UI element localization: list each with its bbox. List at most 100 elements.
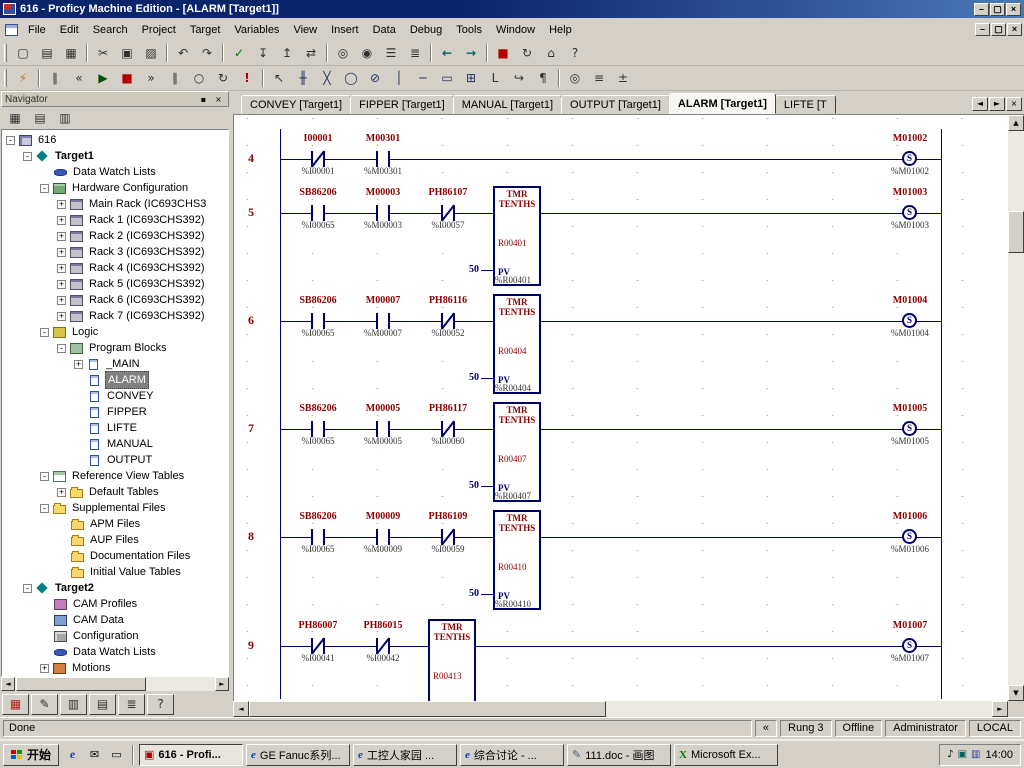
help-button[interactable]: ?: [563, 43, 587, 64]
taskbar-task-ge-fanuc[interactable]: eGE Fanuc系列...: [246, 744, 350, 766]
pin-icon[interactable]: ▪: [197, 94, 210, 105]
tree-item-target1[interactable]: -Target1: [2, 148, 228, 164]
play-button[interactable]: ▶: [91, 68, 115, 89]
tree-item-alarm[interactable]: ALARM: [2, 372, 228, 388]
set-coil[interactable]: S: [902, 529, 917, 544]
contact-name[interactable]: SB86206: [286, 295, 350, 306]
tree-item-rack-5-ic693chs392[interactable]: +Rack 5 (IC693CHS392): [2, 276, 228, 292]
contact-name[interactable]: M00007: [351, 295, 415, 306]
feedback-zone-tab[interactable]: ≣: [118, 694, 145, 715]
tab-lifte-t[interactable]: LIFTE [T: [775, 95, 836, 114]
tab-close-icon[interactable]: ×: [1006, 97, 1022, 111]
pv-value[interactable]: 50: [461, 372, 479, 383]
tree-item-supplemental-files[interactable]: -Supplemental Files: [2, 500, 228, 516]
tree-item-hardware-configuration[interactable]: -Hardware Configuration: [2, 180, 228, 196]
back-button[interactable]: ←: [435, 43, 459, 64]
expander-expand-icon[interactable]: +: [74, 360, 83, 369]
mdi-close-button[interactable]: ×: [1007, 23, 1022, 36]
online-power-button[interactable]: ⚡: [11, 68, 35, 89]
menu-data[interactable]: Data: [366, 21, 403, 39]
tree-item-motions[interactable]: +Motions: [2, 660, 228, 676]
tree-item-rack-4-ic693chs392[interactable]: +Rack 4 (IC693CHS392): [2, 260, 228, 276]
contact-name[interactable]: PH86015: [351, 620, 415, 631]
network-icon[interactable]: ▣: [958, 749, 967, 760]
open-button[interactable]: ▤: [35, 43, 59, 64]
download-button[interactable]: ↧: [251, 43, 275, 64]
contact-name[interactable]: M00301: [351, 133, 415, 144]
expander-collapse-icon[interactable]: -: [40, 472, 49, 481]
select-button[interactable]: ↖: [267, 68, 291, 89]
tree-item-target2[interactable]: -Target2: [2, 580, 228, 596]
tree-item-fipper[interactable]: FIPPER: [2, 404, 228, 420]
taskbar-task-microsoft-ex[interactable]: XMicrosoft Ex...: [674, 744, 778, 766]
coil-name[interactable]: M01007: [878, 620, 942, 631]
tree-item-program-blocks[interactable]: -Program Blocks: [2, 340, 228, 356]
expander-expand-icon[interactable]: +: [57, 312, 66, 321]
contact-name[interactable]: SB86206: [286, 403, 350, 414]
coil-name[interactable]: M01004: [878, 295, 942, 306]
tree-item-616[interactable]: -616: [2, 132, 228, 148]
watch-window-button[interactable]: ◉: [355, 43, 379, 64]
tree-item-rack-7-ic693chs392[interactable]: +Rack 7 (IC693CHS392): [2, 308, 228, 324]
volume-icon[interactable]: ♪: [947, 749, 953, 760]
cycle-button[interactable]: ↻: [211, 68, 235, 89]
tree-item-reference-view-tables[interactable]: -Reference View Tables: [2, 468, 228, 484]
expander-collapse-icon[interactable]: -: [57, 344, 66, 353]
copy-button[interactable]: ▣: [115, 43, 139, 64]
function-block-button[interactable]: ▭: [435, 68, 459, 89]
redo-button[interactable]: ↷: [195, 43, 219, 64]
tree-item-output[interactable]: OUTPUT: [2, 452, 228, 468]
toolchest-button[interactable]: ☰: [379, 43, 403, 64]
refresh-button[interactable]: ↻: [515, 43, 539, 64]
menu-debug[interactable]: Debug: [403, 21, 449, 39]
quicklaunch-outlook-button[interactable]: ✉: [84, 744, 105, 765]
tab-convey-target1[interactable]: CONVEY [Target1]: [241, 95, 351, 114]
ladder-canvas[interactable]: 4I00001%I00001M00301%M00301SM01002%M0100…: [234, 115, 1008, 701]
info-view-button[interactable]: ▥: [53, 108, 77, 129]
timer-function-block[interactable]: TMRTENTHSR00413: [428, 619, 476, 701]
scroll-right-icon[interactable]: ►: [215, 677, 229, 691]
set-coil[interactable]: S: [902, 151, 917, 166]
tree-item-rack-1-ic693chs392[interactable]: +Rack 1 (IC693CHS392): [2, 212, 228, 228]
tree-item-default-tables[interactable]: +Default Tables: [2, 484, 228, 500]
set-coil[interactable]: S: [902, 313, 917, 328]
rung-number[interactable]: 5: [236, 205, 266, 220]
tree-item-lifte[interactable]: LIFTE: [2, 420, 228, 436]
menu-window[interactable]: Window: [489, 21, 542, 39]
tree-item-logic[interactable]: -Logic: [2, 324, 228, 340]
validate-button[interactable]: ✓: [227, 43, 251, 64]
navigator-hscroll-thumb[interactable]: [16, 677, 146, 691]
ime-icon[interactable]: ▥: [971, 749, 980, 760]
menu-help[interactable]: Help: [542, 21, 579, 39]
contact-name[interactable]: M00005: [351, 403, 415, 414]
tree-item-cam-data[interactable]: CAM Data: [2, 612, 228, 628]
tree-item-manual[interactable]: MANUAL: [2, 436, 228, 452]
coil-name[interactable]: M01006: [878, 511, 942, 522]
paste-button[interactable]: ▨: [139, 43, 163, 64]
expander-expand-icon[interactable]: +: [57, 232, 66, 241]
tab-fipper-target1[interactable]: FIPPER [Target1]: [350, 95, 454, 114]
rung-number[interactable]: 8: [236, 529, 266, 544]
infoviewer-tab[interactable]: ▥: [60, 694, 87, 715]
horz-link-button[interactable]: ─: [411, 68, 435, 89]
contact-name[interactable]: PH86107: [416, 187, 480, 198]
expander-collapse-icon[interactable]: -: [40, 504, 49, 513]
stop-run-button[interactable]: ■: [115, 68, 139, 89]
pause-button[interactable]: ∥: [163, 68, 187, 89]
quicklaunch-desktop-button[interactable]: ▭: [106, 744, 127, 765]
expander-expand-icon[interactable]: +: [57, 216, 66, 225]
pv-value[interactable]: 50: [461, 480, 479, 491]
set-coil[interactable]: S: [902, 421, 917, 436]
vert-link-button[interactable]: │: [387, 68, 411, 89]
menu-project[interactable]: Project: [135, 21, 183, 39]
tab-manual-target1[interactable]: MANUAL [Target1]: [453, 95, 562, 114]
title-bar[interactable]: 616 - Proficy Machine Edition - [ALARM […: [0, 0, 1024, 18]
expander-collapse-icon[interactable]: -: [40, 184, 49, 193]
pv-value[interactable]: 50: [461, 264, 479, 275]
contact-name[interactable]: SB86206: [286, 511, 350, 522]
cut-button[interactable]: ✂: [91, 43, 115, 64]
expander-expand-icon[interactable]: +: [57, 280, 66, 289]
taskbar-task-111-doc[interactable]: ✎111.doc - 画图: [567, 744, 671, 766]
tree-item-rack-2-ic693chs392[interactable]: +Rack 2 (IC693CHS392): [2, 228, 228, 244]
toolbar-grip[interactable]: [4, 44, 7, 62]
